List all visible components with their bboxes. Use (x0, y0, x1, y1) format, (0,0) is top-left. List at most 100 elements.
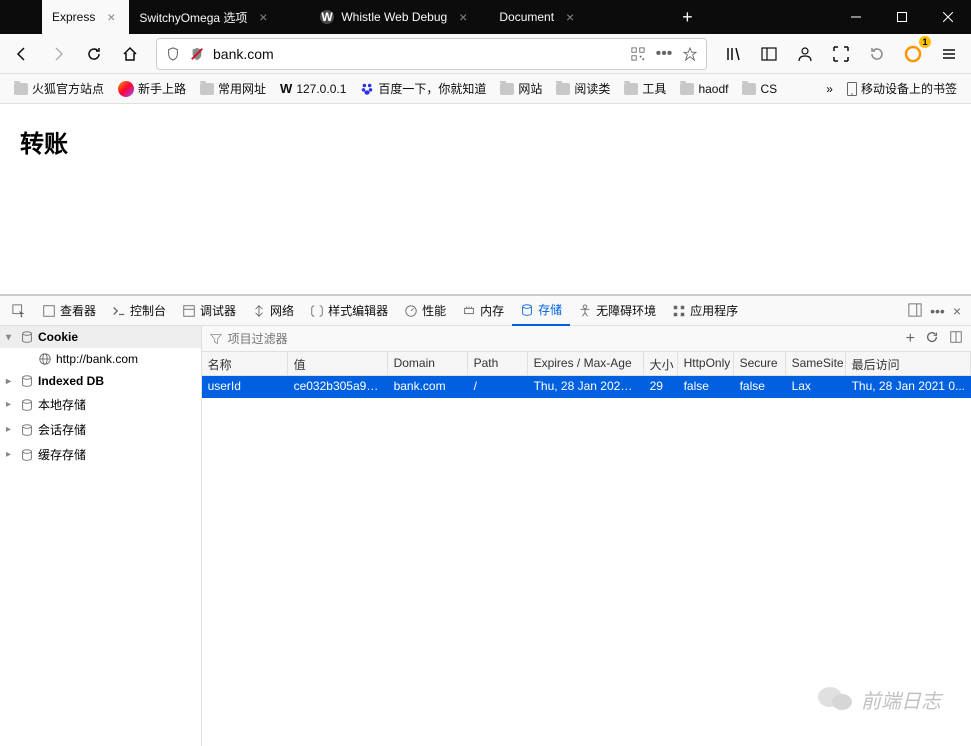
bookmarks-overflow-button[interactable]: » (820, 78, 839, 100)
bookmark-localhost[interactable]: W127.0.0.1 (274, 77, 352, 100)
sidebar-button[interactable] (753, 38, 785, 70)
bookmark-haodf[interactable]: haodf (674, 78, 734, 100)
tab-document[interactable]: Document × (489, 0, 669, 34)
column-samesite[interactable]: SameSite (786, 352, 846, 375)
bookmark-cs[interactable]: CS (736, 78, 783, 100)
devtools-tab-style[interactable]: 样式编辑器 (302, 296, 396, 326)
w-icon: W (280, 81, 292, 96)
tab-title: SwitchyOmega 选项 (139, 9, 247, 26)
column-secure[interactable]: Secure (734, 352, 786, 375)
qr-icon[interactable] (626, 42, 650, 66)
folder-icon (680, 83, 694, 95)
column-name[interactable]: 名称 (202, 352, 288, 375)
screenshot-button[interactable] (825, 38, 857, 70)
column-domain[interactable]: Domain (388, 352, 468, 375)
devtools-tab-performance[interactable]: 性能 (396, 296, 454, 326)
bookmark-tools[interactable]: 工具 (618, 76, 672, 101)
column-expires[interactable]: Expires / Max-Age (528, 352, 644, 375)
devtools-picker[interactable] (4, 296, 34, 326)
account-button[interactable] (789, 38, 821, 70)
devtools-tab-application[interactable]: 应用程序 (664, 296, 746, 326)
bookmark-baidu[interactable]: 百度一下，你就知道 (354, 76, 492, 101)
refresh-button[interactable] (925, 330, 939, 348)
devtools-tab-console[interactable]: 控制台 (104, 296, 174, 326)
browser-titlebar: Express × SwitchyOmega 选项 × W Whistle We… (0, 0, 971, 34)
delete-button[interactable] (949, 330, 963, 348)
cell-expires: Thu, 28 Jan 2021 0... (528, 376, 644, 398)
table-row[interactable]: userId ce032b305a9b... bank.com / Thu, 2… (202, 376, 971, 398)
tab-express[interactable]: Express × (42, 0, 129, 34)
column-value[interactable]: 值 (288, 352, 388, 375)
filter-input[interactable] (228, 332, 906, 346)
cell-domain: bank.com (388, 376, 468, 398)
close-icon[interactable]: × (562, 9, 578, 25)
maximize-button[interactable] (879, 0, 925, 34)
tab-switchyomega[interactable]: SwitchyOmega 选项 × (129, 0, 309, 34)
tree-item-cachestorage[interactable]: ▸缓存存储 (0, 442, 201, 467)
tree-item-indexeddb[interactable]: ▸Indexed DB (0, 370, 201, 392)
extension-button[interactable] (897, 38, 929, 70)
tree-item-bank-com[interactable]: http://bank.com (0, 348, 201, 370)
table-header: 名称 值 Domain Path Expires / Max-Age 大小 Ht… (202, 352, 971, 376)
bookmark-sites[interactable]: 网站 (494, 76, 548, 101)
tree-item-sessionstorage[interactable]: ▸会话存储 (0, 417, 201, 442)
close-icon[interactable]: × (455, 9, 471, 25)
folder-icon (742, 83, 756, 95)
forward-button[interactable] (42, 38, 74, 70)
new-tab-button[interactable]: + (669, 0, 705, 34)
shield-icon[interactable] (161, 42, 185, 66)
cell-name: userId (202, 376, 288, 398)
cell-lastaccess: Thu, 28 Jan 2021 0... (846, 376, 971, 398)
folder-icon (556, 83, 570, 95)
url-bar[interactable]: ••• (156, 38, 707, 70)
devtools-tab-accessibility[interactable]: 无障碍环境 (570, 296, 664, 326)
close-icon[interactable]: × (103, 9, 119, 25)
tree-item-localstorage[interactable]: ▸本地存储 (0, 392, 201, 417)
home-button[interactable] (114, 38, 146, 70)
tree-item-cookie[interactable]: ▾Cookie (0, 326, 201, 348)
menu-button[interactable] (933, 38, 965, 70)
add-button[interactable]: + (906, 330, 915, 348)
bookmark-getting-started[interactable]: 新手上路 (112, 76, 192, 101)
tracking-protection-icon[interactable] (185, 42, 209, 66)
column-size[interactable]: 大小 (644, 352, 678, 375)
bookmark-firefox-official[interactable]: 火狐官方站点 (8, 76, 110, 101)
column-lastaccess[interactable]: 最后访问 (846, 352, 971, 375)
devtools-tab-network[interactable]: 网络 (244, 296, 302, 326)
tab-whistle[interactable]: W Whistle Web Debug × (309, 0, 489, 34)
bookmark-common-sites[interactable]: 常用网址 (194, 76, 272, 101)
devtools-tab-storage[interactable]: 存储 (512, 296, 570, 326)
folder-icon (500, 83, 514, 95)
close-window-button[interactable] (925, 0, 971, 34)
page-actions-icon[interactable]: ••• (652, 42, 676, 66)
watermark: 前端日志 (817, 684, 941, 714)
storage-icon (20, 398, 34, 412)
devtools-more-button[interactable]: ••• (930, 303, 945, 319)
back-button[interactable] (6, 38, 38, 70)
tab-title: Document (499, 10, 554, 24)
cell-samesite: Lax (786, 376, 846, 398)
bookmark-reading[interactable]: 阅读类 (550, 76, 616, 101)
devtools-tab-debugger[interactable]: 调试器 (174, 296, 244, 326)
page-heading: 转账 (20, 124, 951, 159)
watermark-text: 前端日志 (861, 685, 941, 714)
bookmarks-toolbar: 火狐官方站点 新手上路 常用网址 W127.0.0.1 百度一下，你就知道 网站… (0, 74, 971, 104)
db-icon (20, 374, 34, 388)
navigation-toolbar: ••• (0, 34, 971, 74)
close-icon[interactable]: × (255, 9, 271, 25)
devtools-dock-button[interactable] (908, 303, 922, 319)
page-content: 转账 (0, 104, 971, 294)
url-input[interactable] (209, 46, 626, 62)
reload-button[interactable] (78, 38, 110, 70)
column-path[interactable]: Path (468, 352, 528, 375)
column-httponly[interactable]: HttpOnly (678, 352, 734, 375)
minimize-button[interactable] (833, 0, 879, 34)
bookmark-star-icon[interactable] (678, 42, 702, 66)
devtools-close-button[interactable]: × (953, 303, 961, 319)
storage-icon (20, 448, 34, 462)
undo-button[interactable] (861, 38, 893, 70)
bookmark-mobile[interactable]: 移动设备上的书签 (841, 76, 963, 101)
devtools-tab-memory[interactable]: 内存 (454, 296, 512, 326)
devtools-tab-inspector[interactable]: 查看器 (34, 296, 104, 326)
library-button[interactable] (717, 38, 749, 70)
